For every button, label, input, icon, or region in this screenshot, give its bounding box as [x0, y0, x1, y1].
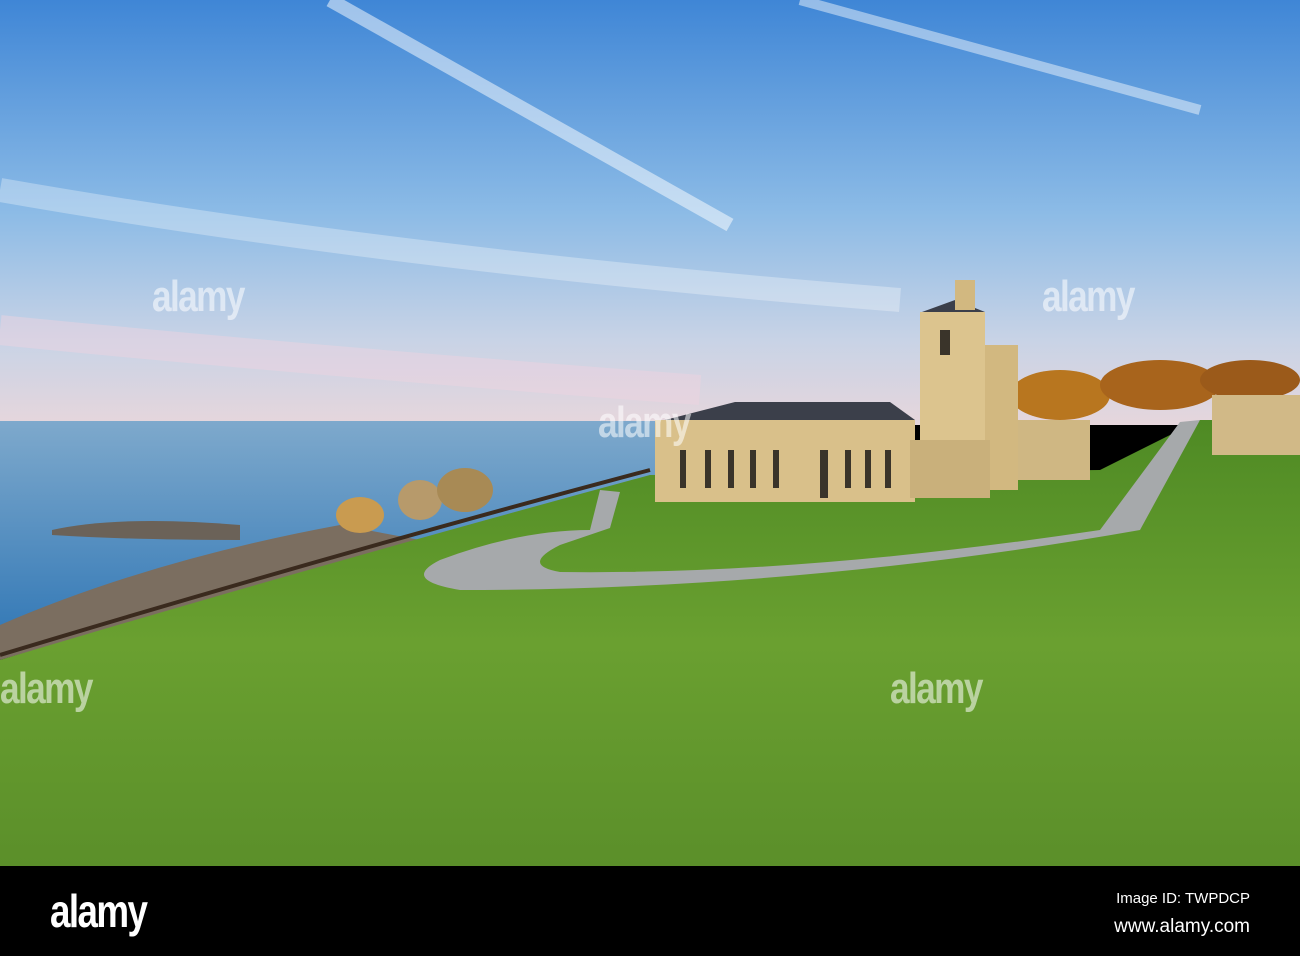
website-link[interactable]: www.alamy.com [1114, 916, 1250, 938]
watermark: alamy [890, 664, 983, 713]
watermark: alamy [152, 272, 245, 321]
footer-bar: alamy Image ID: TWPDCP www.alamy.com [0, 866, 1300, 956]
watermark: alamy [1042, 272, 1135, 321]
stock-photo: alamy alamy alamy alamy alamy alamy Imag… [0, 0, 1300, 956]
watermark: alamy [0, 664, 93, 713]
image-id: Image ID: TWPDCP [1116, 890, 1250, 907]
watermark: alamy [598, 398, 691, 447]
alamy-logo: alamy [50, 885, 148, 937]
